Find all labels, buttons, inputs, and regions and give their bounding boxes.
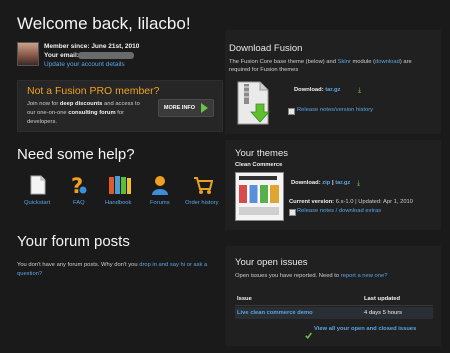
document-icon <box>30 175 46 195</box>
more-info-label: MORE INFO <box>163 105 196 111</box>
theme-sep: | <box>331 180 334 186</box>
help-title: Need some help? <box>17 146 135 163</box>
download-label: Download: <box>294 87 324 93</box>
download-arrow-icon[interactable]: ⤓ <box>358 87 365 94</box>
pro-line1-c: and access to <box>104 101 140 107</box>
books-icon <box>108 175 132 195</box>
theme-version-row: Current version: 6.x-1.0 | Updated: Apr … <box>289 199 413 205</box>
help-item-faq[interactable]: ? FAQ <box>66 174 92 209</box>
theme-name: Clean Commerce <box>235 162 283 168</box>
zip-file-icon <box>234 80 274 126</box>
theme-download-label: Download: <box>291 180 321 186</box>
current-version-label: Current version: <box>289 199 335 205</box>
help-label-quickstart: Quickstart <box>24 200 51 206</box>
member-since-text: Member since: June 21st, 2010 <box>44 43 140 50</box>
question-icon: ? <box>69 174 89 198</box>
pro-text-line3: developers. <box>27 119 57 125</box>
arrow-right-icon <box>201 103 209 113</box>
view-all-issues-link[interactable]: View all your open and closed issues <box>314 326 416 332</box>
current-version-value: 6.x-1.0 <box>335 199 354 205</box>
themes-title: Your themes <box>235 148 288 159</box>
theme-thumbnail[interactable] <box>235 172 284 221</box>
issues-col-issue: Issue <box>237 296 252 302</box>
update-account-link[interactable]: Update your account details <box>44 61 125 68</box>
help-item-forums[interactable]: Forums <box>148 175 174 209</box>
cart-icon <box>193 176 214 195</box>
issues-header-divider <box>235 305 433 306</box>
page-title: Welcome back, lilacbo! <box>17 14 191 33</box>
forum-text: You don't have any forum posts. Why don'… <box>17 262 138 268</box>
skinr-link[interactable]: Skinr <box>338 59 351 65</box>
download-fusion-title: Download Fusion <box>229 43 303 54</box>
more-info-button[interactable]: MORE INFO <box>158 99 214 117</box>
issue-row-title[interactable]: Live clean commerce demo <box>237 310 313 316</box>
help-label-order-history: Order history <box>185 200 219 206</box>
email-label: Your email: <box>44 52 79 59</box>
pro-text-line2: our one-on-one consulting forum for <box>27 110 124 116</box>
help-label-handbook: Handbook <box>105 200 132 206</box>
fusion-tar-link[interactable]: tar.gz <box>325 87 340 93</box>
thumbnail-header <box>239 176 277 180</box>
forum-link-1[interactable]: drop in and say hi or ask a <box>139 262 207 268</box>
issues-desc-text: Open issues you have reported. Need to <box>235 273 340 279</box>
release-notes-checkbox[interactable] <box>288 108 295 115</box>
release-notes-link[interactable]: Release notes/version history <box>297 107 373 113</box>
thumbnail-footer <box>239 207 279 215</box>
pro-line1-b: deep discounts <box>59 101 103 107</box>
theme-tar-link[interactable]: tar.gz <box>335 180 350 186</box>
help-item-handbook[interactable]: Handbook <box>105 175 135 209</box>
download-row-fusion: Download: tar.gz <box>294 87 340 93</box>
issues-col-updated: Last updated <box>364 296 401 302</box>
user-icon <box>151 175 171 195</box>
thumbnail-products <box>239 185 279 203</box>
help-item-quickstart[interactable]: Quickstart <box>24 175 51 209</box>
theme-zip-link[interactable]: zip <box>322 180 330 186</box>
email-redacted <box>78 52 134 59</box>
desc1-a: The Fusion Core base theme (below) and <box>229 59 336 65</box>
download-fusion-desc1: The Fusion Core base theme (below) and S… <box>229 59 412 65</box>
theme-download-arrow-icon[interactable]: ⤓ <box>357 180 364 187</box>
help-item-order-history[interactable]: Order history <box>185 175 221 209</box>
pro-line2-a: our one-on-one <box>27 110 67 116</box>
skinr-download-link[interactable]: download <box>375 59 400 65</box>
check-icon <box>305 326 312 339</box>
issues-title: Your open issues <box>235 257 308 268</box>
theme-release-notes-checkbox[interactable] <box>289 209 296 216</box>
theme-release-notes-link[interactable]: Release notes / download extras <box>297 208 381 214</box>
forum-text-line1: You don't have any forum posts. Why don'… <box>17 262 207 268</box>
help-label-faq: FAQ <box>73 200 85 206</box>
pro-line2-b: consulting forum <box>68 110 116 116</box>
pro-line1-a: Join now for <box>27 101 59 107</box>
issue-row-updated: 4 days 5 hours <box>364 310 403 316</box>
forum-link-2[interactable]: question? <box>17 271 42 277</box>
pro-text-line1: Join now for deep discounts and access t… <box>27 101 140 107</box>
pro-title: Not a Fusion PRO member? <box>27 85 160 97</box>
dashboard-page: Welcome back, lilacbo! Member since: Jun… <box>0 0 450 353</box>
issues-desc: Open issues you have reported. Need to r… <box>235 273 387 279</box>
help-label-forums: Forums <box>150 200 170 206</box>
forum-title: Your forum posts <box>17 233 130 250</box>
download-row-theme: Download: zip | tar.gz <box>291 180 350 186</box>
desc1-c: ) are <box>399 59 412 65</box>
report-new-issue-link[interactable]: report a new one? <box>341 273 388 279</box>
avatar <box>17 42 39 66</box>
download-fusion-desc2: required for Fusion themes <box>229 67 299 73</box>
updated-text: | Updated: Apr 1, 2010 <box>355 199 414 205</box>
pro-line2-c: for <box>117 110 125 116</box>
desc1-b: module ( <box>352 59 376 65</box>
